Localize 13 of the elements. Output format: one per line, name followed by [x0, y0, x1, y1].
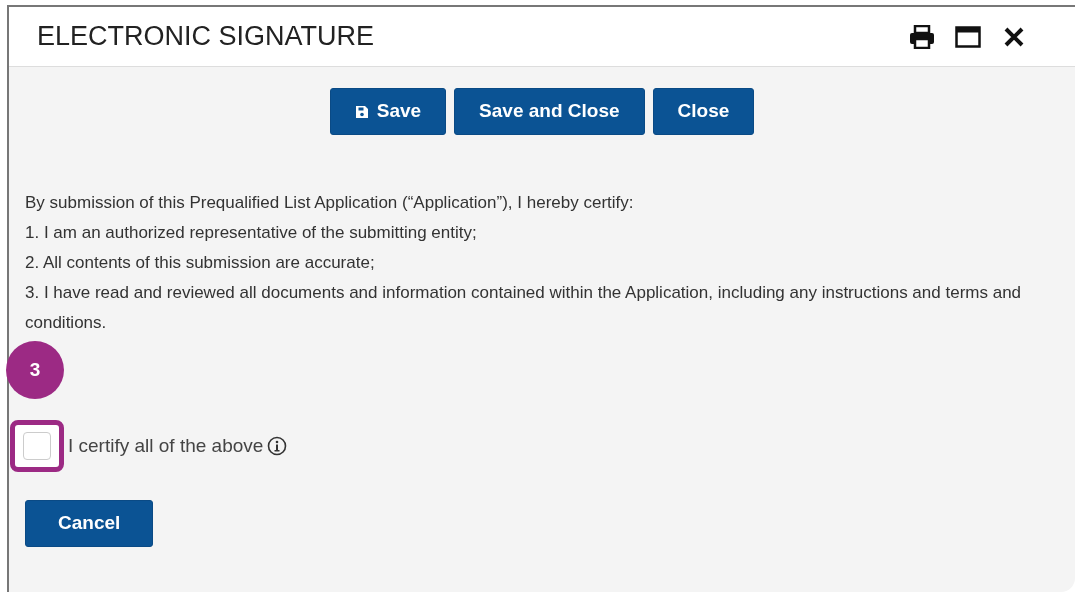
certify-label: I certify all of the above [68, 433, 264, 458]
save-icon [354, 104, 369, 119]
info-icon [267, 436, 288, 456]
statement-line: 3. I have read and reviewed all documents and information contained within the Application, including any instructions and terms and conditions. [25, 282, 1023, 334]
statement-line: 2. All contents of this submission are accurate; [25, 252, 376, 274]
window-title: ELECTRONIC SIGNATURE [37, 20, 375, 53]
statement-line: By submission of this Prequalified List Application (“Application”), I hereby certify: [25, 192, 635, 214]
certify-checkbox[interactable] [23, 432, 51, 460]
toolbar-button[interactable]: Close [652, 88, 755, 135]
statement-line: 1. I am an authorized representative of the submitting entity; [25, 222, 478, 244]
toolbar-button[interactable]: Save and Close [454, 88, 645, 135]
cancel-button[interactable]: Cancel [25, 500, 154, 547]
toolbar-button[interactable]: Save [329, 88, 447, 135]
